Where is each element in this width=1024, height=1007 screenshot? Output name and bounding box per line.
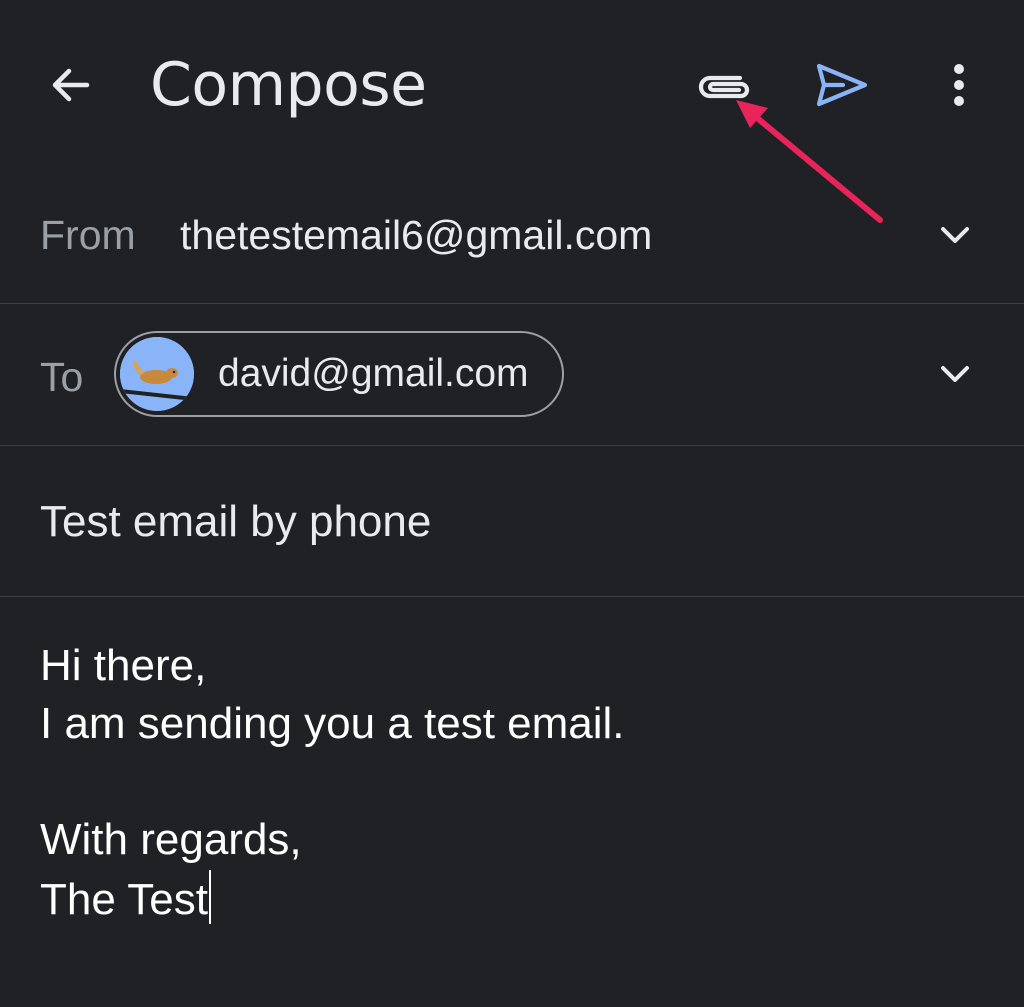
avatar	[120, 337, 194, 411]
page-title: Compose	[150, 50, 427, 120]
from-address[interactable]: thetestemail6@gmail.com	[180, 210, 652, 260]
from-label: From	[40, 212, 136, 258]
message-body-field[interactable]: Hi there, I am sending you a test email.…	[0, 598, 1024, 1007]
recipient-chip[interactable]: david@gmail.com	[114, 331, 564, 417]
body-line: With regards,	[40, 815, 302, 864]
arrow-back-icon	[52, 68, 90, 102]
chevron-down-icon	[941, 227, 969, 243]
compose-screen: Compose From thetestemail6@gmail.com To …	[0, 0, 1024, 1007]
to-expand-button[interactable]	[925, 344, 985, 404]
subject-text[interactable]: Test email by phone	[40, 494, 431, 550]
subject-field[interactable]: Test email by phone	[0, 446, 1024, 596]
squirrel-photo-icon	[120, 337, 194, 411]
body-last-line: The Test	[40, 870, 211, 928]
to-label: To	[40, 354, 84, 400]
back-button[interactable]	[36, 50, 106, 120]
chevron-down-icon	[941, 366, 969, 382]
from-row[interactable]: From thetestemail6@gmail.com	[0, 170, 1024, 303]
paperclip-icon	[698, 75, 750, 99]
divider	[0, 596, 1024, 597]
body-line: The Test	[40, 875, 208, 924]
body-line: I am sending you a test email.	[40, 699, 625, 748]
top-app-bar: Compose	[0, 0, 1024, 170]
send-button[interactable]	[806, 50, 876, 120]
more-vert-icon	[954, 64, 964, 106]
attach-button[interactable]	[688, 50, 758, 120]
send-icon	[816, 63, 868, 107]
text-cursor	[208, 870, 211, 924]
body-line: Hi there,	[40, 641, 207, 690]
recipient-email: david@gmail.com	[218, 352, 529, 395]
to-row[interactable]: To david@gmail.com	[0, 304, 1024, 445]
more-options-button[interactable]	[924, 50, 994, 120]
from-expand-button[interactable]	[925, 205, 985, 265]
